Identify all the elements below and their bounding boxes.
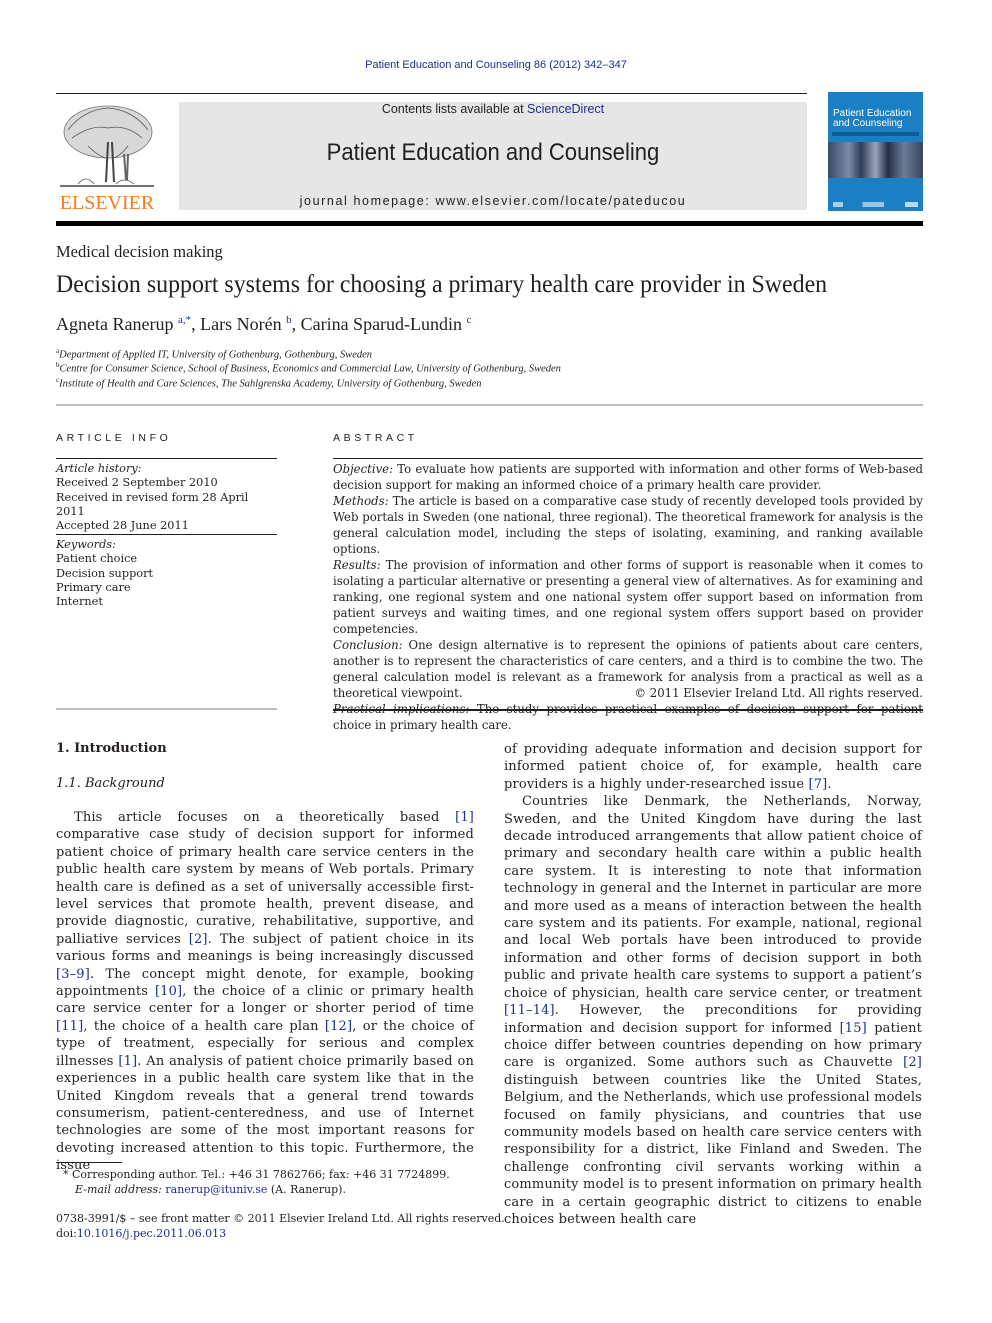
body-paragraph: Countries like Denmark, the Netherlands,…	[504, 794, 922, 1227]
abstract-text: The article is based on a comparative ca…	[333, 494, 923, 556]
abstract-rule	[333, 458, 923, 459]
doi-prefix: doi:	[56, 1226, 77, 1240]
article-history-label: Article history:	[56, 462, 142, 475]
citation-link[interactable]: [2]	[189, 932, 208, 947]
contents-availability: Contents lists available at ScienceDirec…	[179, 102, 807, 116]
citation-link[interactable]: [11]	[56, 1019, 83, 1034]
author-name: Lars Norén	[200, 314, 282, 334]
citation-link[interactable]: [1]	[118, 1054, 137, 1069]
section-heading-introduction: 1. Introduction	[56, 741, 167, 756]
citation-link[interactable]: [1]	[455, 810, 474, 825]
article-info-bottom-rule	[56, 708, 277, 710]
keywords-rule	[56, 534, 277, 535]
body-paragraph: This article focuses on a theoretically …	[56, 810, 474, 1174]
cover-footer-logos	[833, 202, 918, 207]
journal-citation[interactable]: Patient Education and Counseling 86 (201…	[0, 59, 992, 71]
article-history: Article history: Received 2 September 20…	[56, 462, 277, 533]
abstract-results: Results: The provision of information an…	[333, 557, 923, 637]
email-suffix: (A. Ranerup).	[267, 1182, 346, 1196]
doi-line: doi:10.1016/j.pec.2011.06.013	[56, 1227, 505, 1242]
author-affiliation-marker[interactable]: a,*	[178, 314, 191, 326]
abstract-methods: Methods: The article is based on a compa…	[333, 493, 923, 557]
article-info-rule	[56, 458, 277, 459]
article-info-heading: ARTICLE INFO	[56, 432, 172, 444]
abstract-text: The provision of information and other f…	[333, 558, 923, 636]
abstract-label: Conclusion:	[333, 638, 403, 652]
history-revised: Received in revised form 28 April 2011	[56, 490, 249, 518]
abstract-bottom-rule	[333, 709, 923, 711]
author-separator: ,	[191, 314, 201, 334]
abstract-label: Results:	[333, 558, 381, 572]
keyword-item: Primary care	[56, 580, 131, 594]
journal-cover-image[interactable]: Patient Education and Counseling	[828, 92, 923, 211]
citation-link[interactable]: [15]	[840, 1021, 867, 1036]
doi-link[interactable]: 10.1016/j.pec.2011.06.013	[77, 1227, 226, 1240]
author-affiliation-marker[interactable]: c	[467, 314, 472, 326]
history-accepted: Accepted 28 June 2011	[56, 519, 189, 533]
citation-link[interactable]: [7]	[808, 777, 827, 792]
article-section: Medical decision making	[56, 242, 223, 261]
abstract-copyright: © 2011 Elsevier Ireland Ltd. All rights …	[634, 686, 923, 700]
keywords-label: Keywords:	[56, 538, 116, 551]
abstract-implications: Practical implications: The study provid…	[333, 701, 923, 733]
affiliation-text: Institute of Health and Care Sciences, T…	[59, 378, 482, 390]
contents-prefix: Contents lists available at	[381, 102, 528, 116]
corresponding-author-line: * Corresponding author. Tel.: +46 31 786…	[63, 1168, 450, 1183]
sciencedirect-link[interactable]: ScienceDirect	[527, 102, 604, 116]
abstract-label: Methods:	[333, 494, 389, 508]
author-separator: ,	[291, 314, 301, 334]
citation-link[interactable]: [10]	[155, 984, 182, 999]
body-column-right: of providing adequate information and de…	[504, 741, 922, 1228]
cover-title: Patient Education and Counseling	[833, 109, 921, 129]
cover-subtitle-band	[832, 132, 919, 136]
journal-title: Patient Education and Counseling	[326, 139, 660, 166]
header-thick-rule	[56, 221, 923, 226]
corresponding-author-text: Corresponding author. Tel.: +46 31 78627…	[68, 1168, 450, 1181]
elsevier-wordmark: ELSEVIER	[59, 192, 155, 214]
cover-photo-strip	[828, 142, 923, 178]
body-paragraph: of providing adequate information and de…	[504, 742, 922, 792]
footnote-rule	[56, 1162, 122, 1163]
abstract-objective: Objective: To evaluate how patients are …	[333, 461, 923, 493]
header-rule	[56, 93, 807, 94]
abstract-label: Objective:	[333, 462, 394, 476]
email-line: E-mail address: ranerup@ituniv.se (A. Ra…	[63, 1183, 450, 1198]
citation-link[interactable]: [12]	[325, 1019, 352, 1034]
email-link[interactable]: ranerup@ituniv.se	[165, 1183, 267, 1196]
journal-masthead: Contents lists available at ScienceDirec…	[179, 102, 807, 210]
issn-line: 0738-3991/$ – see front matter © 2011 El…	[56, 1212, 505, 1225]
affiliation: bCentre for Consumer Science, School of …	[56, 361, 561, 375]
affiliation: aDepartment of Applied IT, University of…	[56, 347, 372, 361]
subsection-heading-background: 1.1. Background	[56, 776, 165, 791]
citation-link[interactable]: [3–9]	[56, 967, 90, 982]
keyword-item: Patient choice	[56, 552, 138, 566]
history-received: Received 2 September 2010	[56, 476, 218, 490]
body-column-left: This article focuses on a theoretically …	[56, 809, 474, 1175]
author-list: Agneta Ranerup a,*, Lars Norén b, Carina…	[56, 314, 471, 335]
author-name: Agneta Ranerup	[56, 314, 174, 334]
affiliation: cInstitute of Health and Care Sciences, …	[56, 376, 481, 390]
keyword-item: Decision support	[56, 566, 154, 580]
author-name: Carina Sparud-Lundin	[300, 314, 463, 334]
email-label: E-mail address:	[75, 1182, 162, 1196]
affiliation-text: Centre for Consumer Science, School of B…	[59, 363, 561, 375]
keyword-item: Internet	[56, 595, 103, 609]
front-matter: 0738-3991/$ – see front matter © 2011 El…	[56, 1212, 505, 1241]
abstract-text: To evaluate how patients are supported w…	[333, 462, 923, 492]
affiliation-text: Department of Applied IT, University of …	[59, 349, 373, 361]
article-title: Decision support systems for choosing a …	[56, 271, 828, 298]
citation-link[interactable]: [11–14]	[504, 1003, 555, 1018]
corresponding-author-footnote: * Corresponding author. Tel.: +46 31 786…	[63, 1168, 450, 1197]
elsevier-tree-icon	[60, 105, 154, 187]
citation-link[interactable]: [2]	[903, 1055, 922, 1070]
keywords: Keywords: Patient choice Decision suppor…	[56, 538, 277, 609]
title-block-divider	[56, 404, 923, 406]
elsevier-logo[interactable]: ELSEVIER	[56, 100, 158, 215]
abstract-heading: ABSTRACT	[333, 432, 418, 444]
journal-homepage[interactable]: journal homepage: www.elsevier.com/locat…	[179, 194, 807, 208]
cover-title-line-2: and Counseling	[833, 118, 903, 129]
